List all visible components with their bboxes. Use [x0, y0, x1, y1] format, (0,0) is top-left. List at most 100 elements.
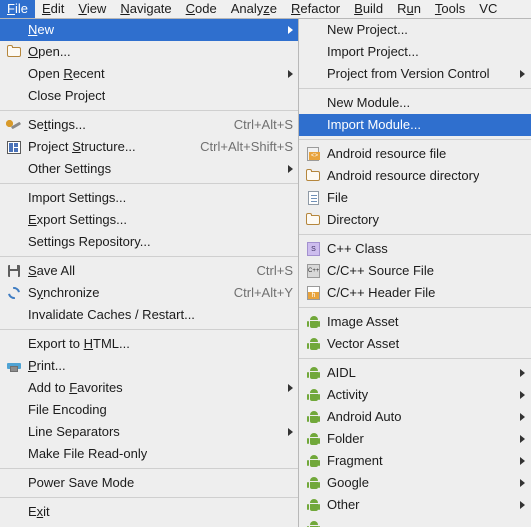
android-icon [305, 431, 322, 447]
menu-separator [0, 468, 299, 469]
menubar-item-navigate[interactable]: Navigate [113, 0, 178, 19]
menu-item-label: Make File Read-only [28, 446, 148, 461]
file-menu-item-synchronize[interactable]: Synchronize Ctrl+Alt+Y [0, 282, 299, 304]
new-submenu-item-image-asset[interactable]: Image Asset [299, 311, 531, 333]
menu-item-label: Project from Version Control [327, 66, 490, 81]
file-menu-item-new[interactable]: New [0, 19, 299, 41]
menu-item-label: Activity [327, 387, 369, 402]
icon-placeholder [6, 212, 23, 228]
menu-item-label: Fragment [327, 453, 383, 468]
android-studio-file-menu-screen: File Edit View Navigate Code Analyze Refactor B… [0, 0, 531, 527]
menu-item-label: Vector Asset [327, 336, 400, 351]
new-submenu-item-folder[interactable]: Folder [299, 428, 531, 450]
menu-item-label: New [28, 22, 55, 37]
file-menu-item-power-save-mode[interactable]: Power Save Mode [0, 472, 299, 494]
menubar-item-view[interactable]: View [71, 0, 113, 19]
submenu-arrow-icon [520, 457, 525, 465]
new-submenu-item-new-module[interactable]: New Module... [299, 92, 531, 114]
menubar-item-tools[interactable]: Tools [428, 0, 472, 19]
menu-item-label: Print... [28, 358, 66, 373]
new-submenu-item-item[interactable] [299, 516, 531, 527]
menu-item-shortcut: Ctrl+Alt+Y [233, 285, 293, 300]
icon-placeholder [6, 22, 23, 38]
file-icon [305, 190, 322, 206]
new-submenu-item-android-resource-directory[interactable]: Android resource directory [299, 165, 531, 187]
new-submenu-item-android-resource-file[interactable]: Android resource file [299, 143, 531, 165]
new-submenu-item-android-auto[interactable]: Android Auto [299, 406, 531, 428]
new-submenu-item-other[interactable]: Other [299, 494, 531, 516]
synchronize-icon [5, 284, 23, 302]
file-menu-item-exit[interactable]: Exit [0, 501, 299, 523]
menu-item-label: Export to HTML... [28, 336, 130, 351]
file-menu-item-file-encoding[interactable]: File Encoding [0, 399, 299, 421]
icon-placeholder [6, 234, 23, 250]
new-submenu-item-c-class[interactable]: S C++ Class [299, 238, 531, 260]
new-submenu-item-aidl[interactable]: AIDL [299, 362, 531, 384]
menu-item-label: Android resource directory [327, 168, 480, 183]
new-submenu-item-vector-asset[interactable]: Vector Asset [299, 333, 531, 355]
file-menu-item-make-file-read-only[interactable]: Make File Read-only [0, 443, 299, 465]
submenu-arrow-icon [288, 165, 293, 173]
file-menu-item-project-structure[interactable]: Project Structure... Ctrl+Alt+Shift+S [0, 136, 299, 158]
file-menu-item-save-all[interactable]: Save All Ctrl+S [0, 260, 299, 282]
file-menu-popup: New Open... Open Recent Close Project Settin… [0, 18, 300, 527]
file-menu-item-open-recent[interactable]: Open Recent [0, 63, 299, 85]
file-menu-item-line-separators[interactable]: Line Separators [0, 421, 299, 443]
menubar-item-edit[interactable]: Edit [35, 0, 71, 19]
new-submenu-item-new-project[interactable]: New Project... [299, 19, 531, 41]
new-submenu-item-project-from-version-control[interactable]: Project from Version Control [299, 63, 531, 85]
file-menu-item-invalidate-caches-restart[interactable]: Invalidate Caches / Restart... [0, 304, 299, 326]
file-menu-item-close-project[interactable]: Close Project [0, 85, 299, 107]
menu-item-label: Open Recent [28, 66, 105, 81]
menu-item-label: Project Structure... [28, 139, 136, 154]
menu-item-label: Other Settings [28, 161, 112, 176]
new-submenu-item-import-project[interactable]: Import Project... [299, 41, 531, 63]
menu-item-label: C++ Class [327, 241, 388, 256]
menubar-item-vc[interactable]: VC [472, 0, 504, 19]
icon-placeholder [6, 307, 23, 323]
new-submenu-item-c-c-source-file[interactable]: C++ C/C++ Source File [299, 260, 531, 282]
file-menu-item-settings[interactable]: Settings... Ctrl+Alt+S [0, 114, 299, 136]
icon-placeholder [305, 22, 322, 38]
file-menu-item-import-settings[interactable]: Import Settings... [0, 187, 299, 209]
file-menu-item-settings-repository[interactable]: Settings Repository... [0, 231, 299, 253]
menubar-item-file[interactable]: File [0, 0, 35, 19]
menubar-item-build[interactable]: Build [347, 0, 390, 19]
menu-item-label: File [327, 190, 348, 205]
menubar-item-code[interactable]: Code [179, 0, 224, 19]
new-submenu-item-google[interactable]: Google [299, 472, 531, 494]
menubar-item-refactor[interactable]: Refactor [284, 0, 347, 19]
menu-separator [0, 497, 299, 498]
new-submenu-item-c-c-header-file[interactable]: h C/C++ Header File [299, 282, 531, 304]
new-submenu-item-fragment[interactable]: Fragment [299, 450, 531, 472]
new-submenu-item-file[interactable]: File [299, 187, 531, 209]
file-menu-item-add-to-favorites[interactable]: Add to Favorites [0, 377, 299, 399]
file-menu-item-open[interactable]: Open... [0, 41, 299, 63]
menu-item-label: AIDL [327, 365, 356, 380]
icon-placeholder [6, 336, 23, 352]
new-submenu-item-directory[interactable]: Directory [299, 209, 531, 231]
menu-item-label: Open... [28, 44, 71, 59]
submenu-arrow-icon [288, 428, 293, 436]
submenu-arrow-icon [520, 501, 525, 509]
menu-item-shortcut: Ctrl+Alt+Shift+S [200, 139, 293, 154]
android-icon [305, 409, 322, 425]
menu-item-label: C/C++ Source File [327, 263, 434, 278]
icon-placeholder [305, 95, 322, 111]
menu-item-label: Folder [327, 431, 364, 446]
icon-placeholder [305, 44, 322, 60]
file-menu-item-other-settings[interactable]: Other Settings [0, 158, 299, 180]
menubar-item-analyze[interactable]: Analyze [224, 0, 284, 19]
file-menu-item-print[interactable]: Print... [0, 355, 299, 377]
file-menu-item-export-to-html[interactable]: Export to HTML... [0, 333, 299, 355]
menu-item-label: Add to Favorites [28, 380, 123, 395]
menubar-item-run[interactable]: Run [390, 0, 428, 19]
new-submenu-item-import-module[interactable]: Import Module... [299, 114, 531, 136]
menu-item-label: Android resource file [327, 146, 447, 161]
submenu-arrow-icon [288, 70, 293, 78]
file-menu-item-export-settings[interactable]: Export Settings... [0, 209, 299, 231]
menu-separator [299, 88, 531, 89]
menu-item-label: File Encoding [28, 402, 107, 417]
folder-icon [305, 212, 322, 228]
new-submenu-item-activity[interactable]: Activity [299, 384, 531, 406]
